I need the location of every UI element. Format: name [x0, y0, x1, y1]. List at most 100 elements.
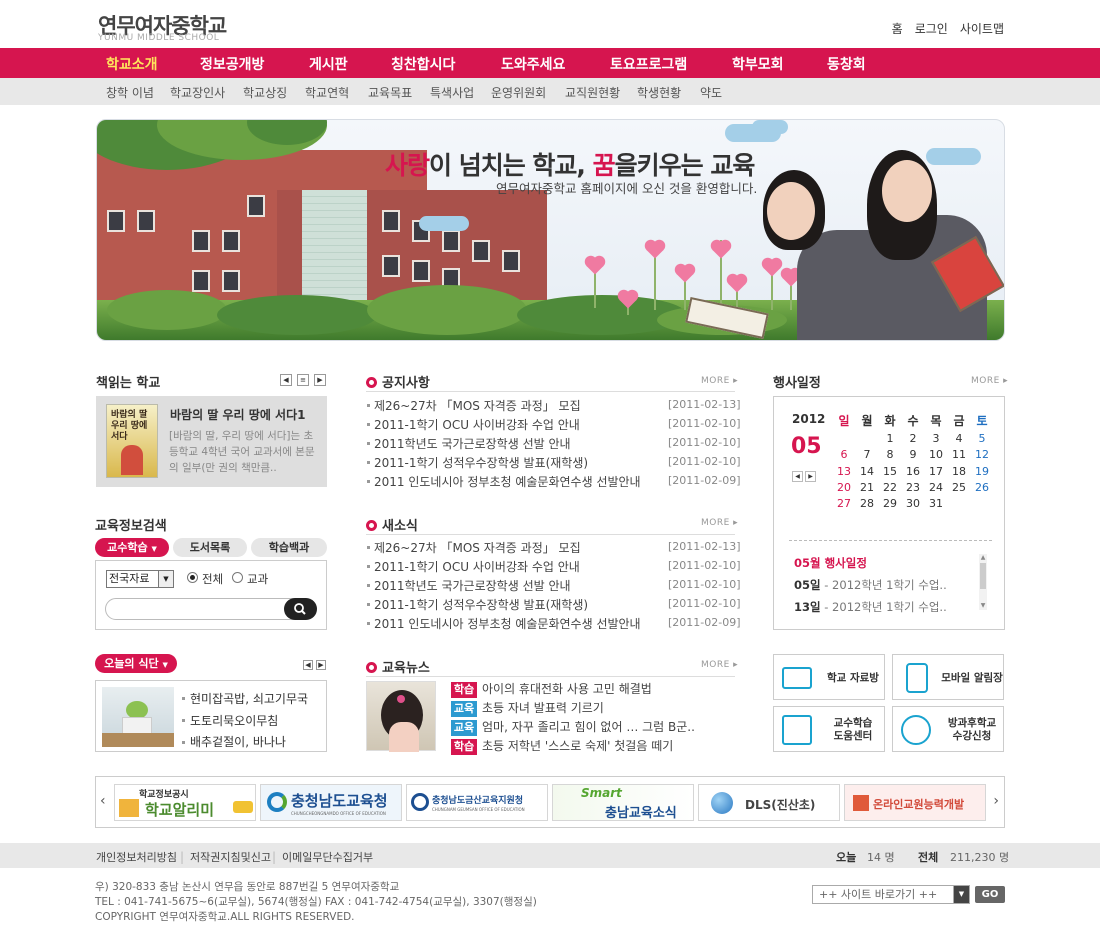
tab-books[interactable]: 도서목록 [173, 538, 247, 557]
calendar-day[interactable]: 16 [902, 465, 924, 478]
lunch-menu-button[interactable]: 오늘의 식단 ▼ [95, 654, 177, 673]
sitemap-link[interactable]: 사이트맵 [960, 20, 1004, 37]
nav-help[interactable]: 도와주세요 [501, 54, 565, 74]
banner-next-arrow[interactable]: › [993, 793, 999, 809]
quick-link-teaching-center[interactable]: 교수학습 도움센터 [773, 706, 885, 752]
calendar-day[interactable]: 9 [902, 448, 924, 461]
login-link[interactable]: 로그인 [915, 20, 948, 37]
list-item-title[interactable]: 제26~27차 「MOS 자격증 과정」 모집 [374, 539, 581, 556]
banner-geumsan[interactable]: 충청남도금산교육지원청 CHUNGNAM GEUMSAN OFFICE OF E… [406, 784, 548, 821]
calendar-day[interactable]: 20 [833, 481, 855, 494]
home-link[interactable]: 홈 [892, 20, 903, 37]
search-button[interactable] [284, 598, 317, 620]
edu-news-item[interactable]: 학습 초등 저학년 '스스로 숙제' 첫걸음 떼기 [451, 737, 673, 755]
calendar-day[interactable]: 15 [879, 465, 901, 478]
banner-smart-news[interactable]: Smart 충남교육소식 [552, 784, 694, 821]
banner-teacher-eval[interactable]: 온라인교원능력개발 [844, 784, 986, 821]
calendar-day[interactable]: 29 [879, 497, 901, 510]
radio-subject[interactable] [232, 572, 243, 583]
banner-prev-arrow[interactable]: ‹ [100, 793, 106, 809]
calendar-day[interactable]: 5 [971, 432, 993, 445]
calendar-day[interactable]: 17 [925, 465, 947, 478]
calendar-day[interactable]: 31 [925, 497, 947, 510]
list-item-title[interactable]: 2011-1학기 성적우수장학생 발표(재학생) [374, 596, 588, 613]
sub-nav-item[interactable]: 운영위원회 [491, 84, 546, 101]
calendar-day[interactable]: 3 [925, 432, 947, 445]
search-scope-select[interactable]: 전국자료 ▼ [106, 570, 174, 588]
banner-school-info[interactable]: 학교정보공시 학교알리미 [114, 784, 256, 821]
calendar-day[interactable]: 18 [948, 465, 970, 478]
event-item[interactable]: 05일 - 2012학년 1학기 수업.. [794, 577, 947, 593]
calendar-day[interactable]: 4 [948, 432, 970, 445]
sub-nav-item[interactable]: 학교상징 [243, 84, 287, 101]
calendar-day[interactable]: 23 [902, 481, 924, 494]
sub-nav-item[interactable]: 약도 [700, 84, 722, 101]
sub-nav-item[interactable]: 창학 이념 [106, 84, 154, 101]
calendar-day[interactable]: 21 [856, 481, 878, 494]
notice-more-link[interactable]: MORE ▸ [701, 376, 738, 386]
list-item-title[interactable]: 2011 인도네시아 정부초청 예술문화연수생 선발안내 [374, 615, 641, 632]
book-next-button[interactable]: ▶ [314, 374, 326, 386]
tab-teaching[interactable]: 교수학습 ▼ [95, 538, 169, 557]
calendar-day[interactable]: 1 [879, 432, 901, 445]
list-item-title[interactable]: 2011학년도 국가근로장학생 선발 안내 [374, 577, 571, 594]
tab-encyclopedia[interactable]: 학습백과 [251, 538, 327, 557]
sub-nav-item[interactable]: 학교연혁 [305, 84, 349, 101]
event-item[interactable]: 13일 - 2012학년 1학기 수업.. [794, 599, 947, 615]
nav-praise[interactable]: 칭찬합시다 [391, 54, 455, 74]
edu-news-item[interactable]: 학습 아이의 휴대전화 사용 고민 해결법 [451, 680, 652, 698]
nav-school-intro[interactable]: 학교소개 [106, 54, 158, 74]
nav-alumni[interactable]: 동창회 [827, 54, 866, 74]
edu-news-item[interactable]: 교육 초등 자녀 발표력 기르기 [451, 699, 604, 717]
list-item-title[interactable]: 제26~27차 「MOS 자격증 과정」 모집 [374, 397, 581, 414]
calendar-day[interactable]: 8 [879, 448, 901, 461]
calendar-next-button[interactable]: ▶ [805, 471, 816, 482]
sub-nav-item[interactable]: 학생현황 [637, 84, 681, 101]
calendar-day[interactable]: 27 [833, 497, 855, 510]
sub-nav-item[interactable]: 교육목표 [368, 84, 412, 101]
list-item-title[interactable]: 2011-1학기 OCU 사이버강좌 수업 안내 [374, 558, 580, 575]
book-list-button[interactable]: ≡ [297, 374, 309, 386]
banner-cne[interactable]: 충청남도교육청 CHUNGCHEONGNAMDO OFFICE OF EDUCA… [260, 784, 402, 821]
email-policy-link[interactable]: 이메일무단수집거부 [282, 849, 373, 865]
calendar-day[interactable]: 22 [879, 481, 901, 494]
calendar-day[interactable]: 14 [856, 465, 878, 478]
calendar-day[interactable]: 2 [902, 432, 924, 445]
lunch-prev-button[interactable]: ◀ [303, 660, 313, 670]
site-shortcut-select[interactable]: ++ 사이트 바로가기 ++ ▼ [812, 885, 970, 904]
sub-nav-item[interactable]: 학교장인사 [170, 84, 225, 101]
calendar-day[interactable]: 12 [971, 448, 993, 461]
calendar-day[interactable]: 6 [833, 448, 855, 461]
calendar-day[interactable]: 25 [948, 481, 970, 494]
edu-news-item[interactable]: 교육 엄마, 자꾸 졸리고 힘이 없어 … 그럼 B군.. [451, 718, 695, 736]
calendar-day[interactable]: 28 [856, 497, 878, 510]
quick-link-afterschool[interactable]: 방과후학교 수강신청 [892, 706, 1004, 752]
calendar-day[interactable]: 24 [925, 481, 947, 494]
lunch-next-button[interactable]: ▶ [316, 660, 326, 670]
nav-saturday[interactable]: 토요프로그램 [610, 54, 687, 74]
edu-news-more-link[interactable]: MORE ▸ [701, 660, 738, 670]
privacy-link[interactable]: 개인정보처리방침 [96, 849, 177, 865]
radio-all[interactable] [187, 572, 198, 583]
nav-info[interactable]: 정보공개방 [200, 54, 264, 74]
banner-dls[interactable]: DLS(진산초) [698, 784, 840, 821]
calendar-day[interactable]: 10 [925, 448, 947, 461]
book-card[interactable]: 바람의 딸 우리 땅에 서다 바람의 딸 우리 땅에 서다1 [바람의 딸, 우… [96, 396, 327, 487]
nav-parents[interactable]: 학부모회 [732, 54, 784, 74]
book-prev-button[interactable]: ◀ [280, 374, 292, 386]
calendar-day[interactable]: 7 [856, 448, 878, 461]
book-title[interactable]: 바람의 딸 우리 땅에 서다1 [170, 406, 305, 423]
sub-nav-item[interactable]: 교직원현황 [565, 84, 620, 101]
quick-link-archive[interactable]: 학교 자료방 [773, 654, 885, 700]
calendar-day[interactable]: 30 [902, 497, 924, 510]
nav-board[interactable]: 게시판 [309, 54, 348, 74]
calendar-prev-button[interactable]: ◀ [792, 471, 803, 482]
list-item-title[interactable]: 2011학년도 국가근로장학생 선발 안내 [374, 435, 571, 452]
news-more-link[interactable]: MORE ▸ [701, 518, 738, 528]
copyright-link[interactable]: 저작권지침및신고 [190, 849, 271, 865]
list-item-title[interactable]: 2011 인도네시아 정부초청 예술문화연수생 선발안내 [374, 473, 641, 490]
calendar-day[interactable]: 26 [971, 481, 993, 494]
list-item-title[interactable]: 2011-1학기 성적우수장학생 발표(재학생) [374, 454, 588, 471]
schedule-more-link[interactable]: MORE ▸ [971, 376, 1008, 386]
quick-link-mobile[interactable]: 모바일 알림장 [892, 654, 1004, 700]
